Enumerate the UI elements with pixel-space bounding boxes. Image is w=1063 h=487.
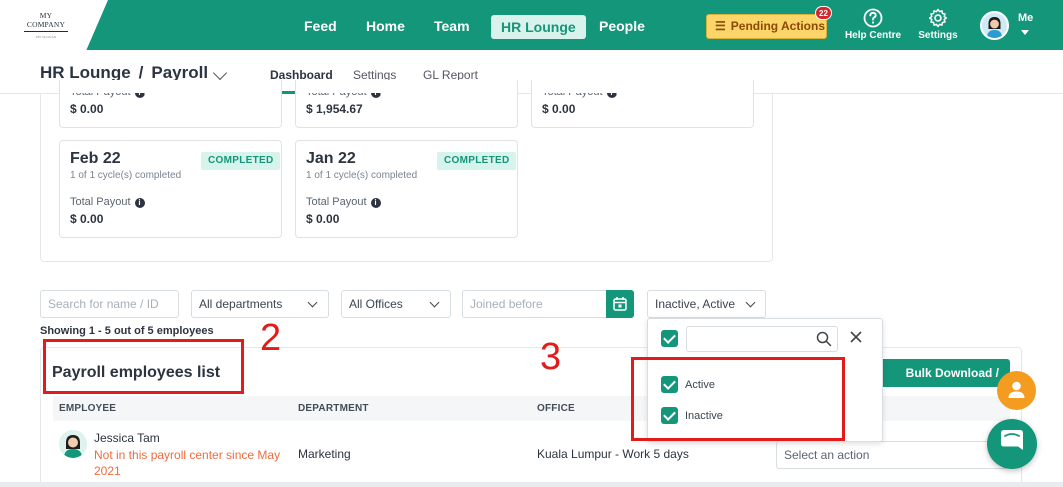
payroll-card[interactable]: Feb 22 COMPLETED 1 of 1 cycle(s) complet…	[59, 140, 282, 238]
status-badge: COMPLETED	[201, 152, 281, 170]
department-select[interactable]: All departments	[191, 290, 329, 318]
chevron-down-icon	[429, 297, 440, 308]
total-payout-amount: $ 0.00	[70, 212, 104, 226]
user-avatar[interactable]	[980, 11, 1009, 40]
gear-icon	[928, 8, 948, 28]
company-logo[interactable]: MY COMPANY MY SLOGAN	[22, 11, 70, 39]
pending-actions-label: Pending Actions	[730, 19, 825, 33]
chat-bubble-icon	[1001, 430, 1023, 450]
logo-text: MY COMPANY	[26, 11, 66, 29]
me-label[interactable]: Me	[1018, 12, 1033, 24]
pending-actions-button[interactable]: ☰ Pending Actions	[706, 14, 827, 39]
column-header-office: OFFICE	[537, 403, 575, 414]
checklist-icon: ☰	[715, 19, 726, 33]
help-centre-label: Help Centre	[844, 30, 902, 41]
help-icon	[863, 8, 883, 28]
bulk-download-upload-button[interactable]: Bulk Download / Upload	[866, 359, 1010, 387]
info-icon: i	[134, 93, 145, 98]
annotation-box-3	[631, 357, 845, 441]
help-centre-button[interactable]: Help Centre	[844, 8, 902, 41]
employee-name[interactable]: Jessica Tam	[94, 431, 160, 445]
calendar-icon	[613, 297, 627, 311]
caret-down-icon[interactable]	[1021, 30, 1029, 35]
status-value: Inactive, Active	[655, 297, 736, 311]
logo-slogan: MY SLOGAN	[35, 35, 57, 39]
office-select[interactable]: All Offices	[341, 290, 451, 318]
total-payout-amount: $ 0.00	[542, 102, 576, 116]
results-count: Showing 1 - 5 out of 5 employees	[40, 325, 214, 337]
total-payout-amount: $ 1,954.67	[306, 102, 363, 116]
annotation-box-2	[43, 339, 244, 394]
total-payout-label: Total Payout i	[306, 93, 381, 98]
nav-home[interactable]: Home	[366, 14, 405, 38]
horizontal-scrollbar[interactable]	[0, 482, 1063, 487]
info-icon: i	[134, 198, 145, 208]
employee-department: Marketing	[298, 447, 351, 461]
total-payout-label: Total Payout i	[70, 196, 145, 208]
info-icon: i	[606, 93, 617, 98]
total-payout-label: Total Payout i	[306, 196, 381, 208]
action-select[interactable]: Select an action	[776, 441, 1008, 469]
annotation-number-3: 3	[540, 336, 562, 378]
status-select[interactable]: Inactive, Active	[647, 290, 766, 318]
bulk-button-label: Bulk Download / Upload	[905, 366, 999, 380]
employee-warning: Not in this payroll center since May 202…	[94, 448, 281, 478]
column-header-employee: EMPLOYEE	[59, 403, 117, 414]
card-month: Feb 22	[70, 150, 121, 167]
search-input[interactable]: Search for name / ID	[40, 290, 179, 318]
nav-feed[interactable]: Feed	[304, 14, 337, 38]
department-value: All departments	[199, 297, 283, 311]
annotation-number-2: 2	[260, 317, 282, 359]
joined-before-input[interactable]: Joined before	[462, 290, 608, 318]
user-avatar-image	[982, 13, 1007, 38]
settings-label: Settings	[918, 30, 958, 41]
total-payout-amount: $ 0.00	[306, 212, 340, 226]
cycle-count: 1 of 1 cycle(s) completed	[306, 170, 418, 181]
action-select-value: Select an action	[784, 448, 870, 462]
chat-button[interactable]	[987, 419, 1037, 469]
chevron-down-icon	[745, 297, 756, 308]
chevron-down-icon	[307, 297, 318, 308]
nav-team[interactable]: Team	[434, 14, 470, 38]
dropdown-search-input[interactable]	[686, 326, 838, 352]
search-placeholder: Search for name / ID	[48, 297, 159, 311]
office-value: All Offices	[349, 297, 403, 311]
payroll-card[interactable]: Total Payout i $ 0.00	[531, 80, 754, 128]
joined-before-placeholder: Joined before	[470, 297, 543, 311]
payroll-card[interactable]: Total Payout i $ 1,954.67	[295, 80, 518, 128]
user-support-button[interactable]	[997, 371, 1036, 410]
column-header-department: DEPARTMENT	[298, 403, 369, 414]
info-icon: i	[370, 93, 381, 98]
select-all-checkbox[interactable]	[661, 330, 678, 347]
payroll-card[interactable]: Total Payout i $ 0.00	[59, 80, 282, 128]
person-icon	[1008, 381, 1025, 398]
info-icon: i	[370, 198, 381, 208]
employee-office: Kuala Lumpur - Work 5 days	[537, 447, 689, 461]
total-payout-label: Total Payout i	[70, 93, 145, 98]
status-badge: COMPLETED	[437, 152, 517, 170]
card-month: Jan 22	[306, 150, 356, 167]
cycle-count: 1 of 1 cycle(s) completed	[70, 170, 182, 181]
nav-people[interactable]: People	[599, 14, 645, 38]
close-icon[interactable]	[849, 330, 863, 344]
total-payout-amount: $ 0.00	[70, 102, 104, 116]
settings-button[interactable]: Settings	[916, 8, 960, 41]
search-icon	[816, 331, 832, 347]
pending-count-badge: 22	[815, 6, 832, 20]
calendar-button[interactable]	[606, 290, 634, 318]
payroll-card[interactable]: Jan 22 COMPLETED 1 of 1 cycle(s) complet…	[295, 140, 518, 238]
employee-avatar-image	[59, 430, 87, 458]
total-payout-label: Total Payout i	[542, 93, 617, 98]
employee-avatar	[59, 430, 87, 458]
nav-hr-lounge[interactable]: HR Lounge	[491, 15, 586, 39]
